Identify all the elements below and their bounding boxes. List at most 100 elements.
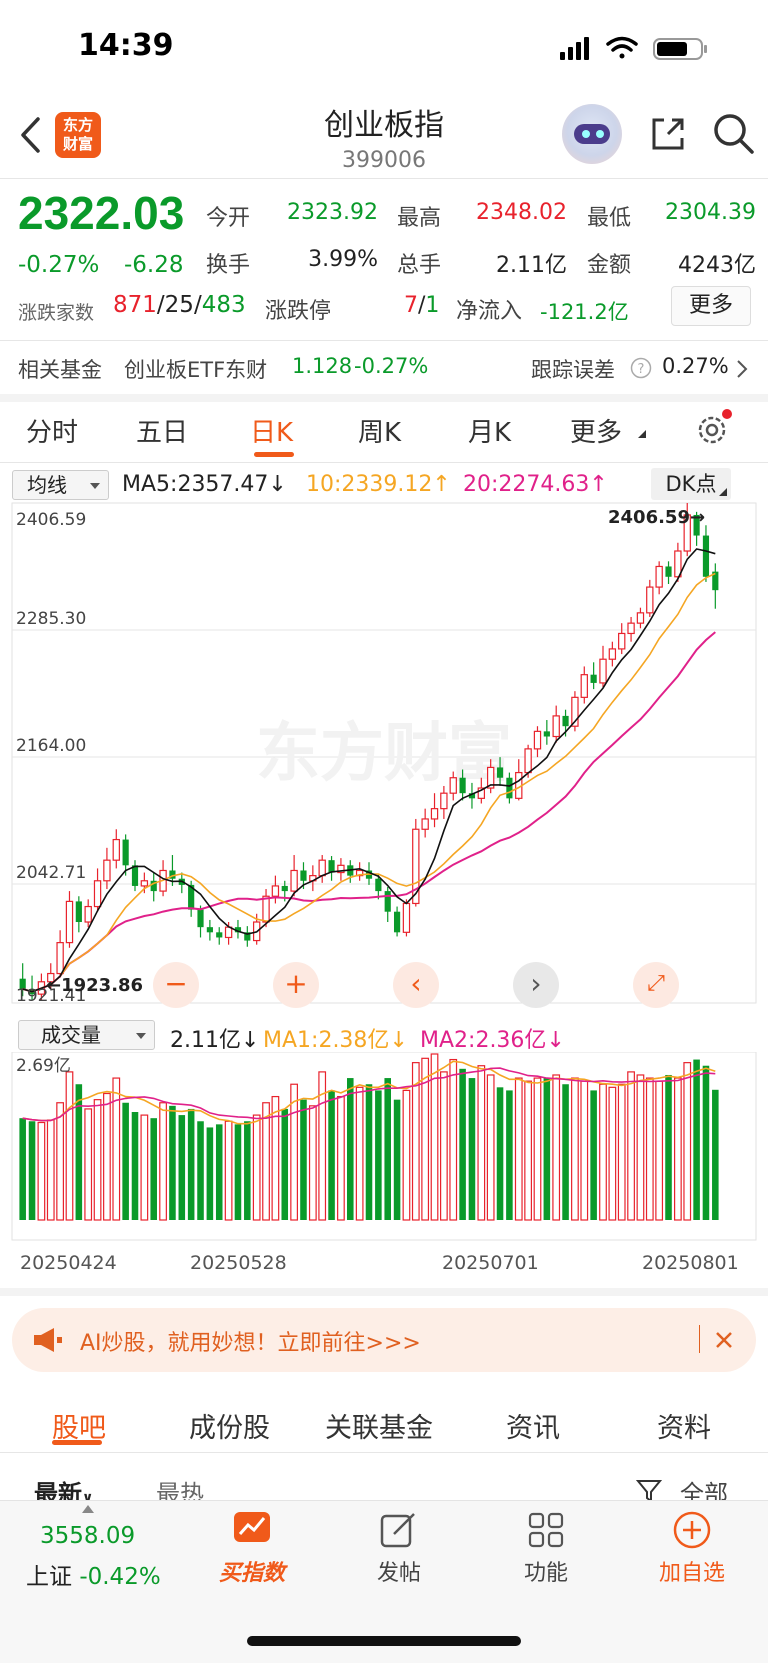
tab-monthly-k[interactable]: 月K <box>468 412 511 449</box>
open-label: 今开 <box>206 206 251 231</box>
volume-indicator-selector[interactable]: 成交量 <box>18 1020 155 1050</box>
scroll-right-button[interactable]: › <box>513 962 559 1008</box>
tab-daily-k[interactable]: 日K <box>250 412 293 449</box>
high-value: 2348.02 <box>476 200 567 225</box>
search-icon[interactable] <box>712 112 756 156</box>
sse-index-value[interactable]: 3558.09 <box>40 1523 135 1549</box>
add-watchlist-icon[interactable] <box>672 1510 712 1550</box>
volume-bar <box>131 1112 139 1220</box>
candle <box>122 839 129 866</box>
candle <box>618 632 626 650</box>
volume-bar <box>571 1077 579 1221</box>
candle <box>224 926 233 939</box>
volume-chart[interactable]: 2.69亿 <box>0 1052 768 1242</box>
volume-axis-max: 2.69亿 <box>16 1056 71 1076</box>
help-icon[interactable]: ? <box>630 357 652 379</box>
volume-bar <box>590 1090 597 1220</box>
zoom-out-button[interactable]: − <box>153 962 199 1008</box>
tab-intraday[interactable]: 分时 <box>26 412 78 449</box>
volume-ma2: MA2:2.36亿↓ <box>420 1028 565 1053</box>
candle <box>459 777 466 794</box>
zoom-in-button[interactable]: + <box>273 962 319 1008</box>
nav-add-watchlist[interactable]: 加自选 <box>637 1555 747 1587</box>
fullscreen-button[interactable]: ⤢ <box>633 962 679 1008</box>
ma10-value: 10:2339.12↑ <box>306 472 451 497</box>
candle <box>552 715 560 738</box>
tab-constituents[interactable]: 成份股 <box>189 1406 270 1445</box>
candle <box>206 927 213 933</box>
candle <box>627 622 635 635</box>
date-label: 20250701 <box>442 1252 539 1274</box>
volume-bar <box>75 1084 83 1220</box>
fund-name[interactable]: 创业板ETF东财 <box>124 354 267 384</box>
volume-bar <box>244 1121 251 1220</box>
banner-text[interactable]: AI炒股，就用妙想！立即前往>>> <box>80 1325 421 1357</box>
candle <box>140 880 149 887</box>
candlestick-chart[interactable]: 东方财富 2406.59 2285.30 2164.00 2042.71 192… <box>0 500 768 1005</box>
nav-buy-index[interactable]: 买指数 <box>197 1555 307 1587</box>
status-icons <box>560 36 707 60</box>
volume-bar <box>187 1108 195 1220</box>
tab-five-day[interactable]: 五日 <box>136 412 188 449</box>
more-triangle-icon <box>638 430 646 438</box>
candle <box>328 860 335 873</box>
breadth-values: 871/25/483 <box>113 292 246 318</box>
netflow-label: 净流入 <box>456 299 523 324</box>
volume-current: 2.11亿↓ <box>170 1028 260 1053</box>
ma5-value: MA5:2357.47↓ <box>122 472 287 497</box>
volume-bar <box>290 1083 298 1221</box>
candle <box>599 658 607 684</box>
share-icon[interactable] <box>648 114 688 154</box>
candle <box>562 715 569 727</box>
nav-functions[interactable]: 功能 <box>491 1555 601 1587</box>
more-button[interactable]: 更多 <box>671 286 751 326</box>
nav-post[interactable]: 发帖 <box>344 1555 454 1587</box>
collapse-up-icon[interactable] <box>82 1505 94 1513</box>
related-fund-label: 相关基金 <box>18 358 102 382</box>
dk-point-button[interactable]: DK点 <box>651 468 731 500</box>
ai-assistant-icon[interactable] <box>562 104 622 164</box>
candle <box>393 911 401 933</box>
tab-related-funds[interactable]: 关联基金 <box>325 1406 433 1445</box>
candle <box>216 932 223 938</box>
candle <box>608 648 617 660</box>
banner-divider <box>699 1325 700 1353</box>
volume-bar <box>197 1121 204 1220</box>
volume-bar <box>636 1074 645 1221</box>
volume-value: 2.11亿 <box>496 253 567 278</box>
volume-bar <box>169 1105 176 1220</box>
tab-more[interactable]: 更多 <box>570 412 622 449</box>
candle <box>646 586 654 614</box>
ma-selector[interactable]: 均线 <box>12 470 109 500</box>
volume-bar <box>252 1114 261 1221</box>
limit-values: 7/1 <box>404 293 440 318</box>
tab-weekly-k[interactable]: 周K <box>358 412 401 449</box>
settings-icon[interactable] <box>694 408 736 448</box>
volume-bar <box>514 1077 523 1221</box>
signal-icon <box>560 37 589 60</box>
post-icon[interactable] <box>378 1510 420 1550</box>
volume-bar <box>440 1071 448 1221</box>
candle <box>590 674 597 683</box>
functions-icon[interactable] <box>526 1510 566 1550</box>
amount-value: 4243亿 <box>678 253 756 278</box>
chevron-right-icon[interactable] <box>735 358 749 380</box>
volume-bar <box>150 1118 157 1220</box>
volume-bar <box>224 1120 233 1221</box>
candle <box>533 730 542 750</box>
tab-news[interactable]: 资讯 <box>506 1406 560 1445</box>
volume-bar <box>533 1077 542 1221</box>
scroll-left-button[interactable]: ‹ <box>393 962 439 1008</box>
tab-profile[interactable]: 资料 <box>657 1406 711 1445</box>
volume-bar <box>384 1078 391 1220</box>
sse-index[interactable]: 上证 -0.42% <box>26 1557 161 1591</box>
candle <box>580 674 588 698</box>
buy-index-icon[interactable] <box>230 1510 274 1550</box>
candle <box>665 566 672 577</box>
candle <box>262 895 270 923</box>
close-icon[interactable] <box>714 1330 734 1350</box>
candle <box>131 865 139 886</box>
volume-bar <box>206 1127 214 1220</box>
volume-bar <box>28 1121 36 1220</box>
volume-bar <box>477 1065 486 1221</box>
